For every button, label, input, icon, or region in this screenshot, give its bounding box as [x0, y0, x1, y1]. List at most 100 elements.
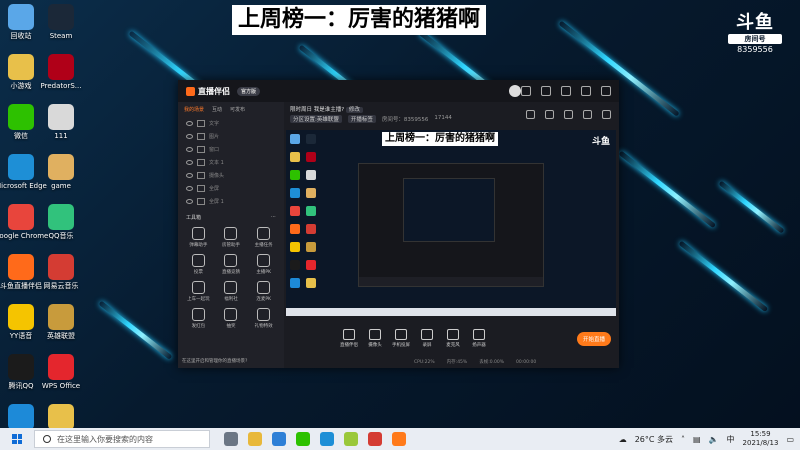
desktop-icon[interactable]: game	[34, 154, 88, 191]
tool-item[interactable]: 礼物特效	[247, 308, 280, 329]
wps-icon	[48, 354, 74, 380]
tool-item[interactable]: 主播任务	[247, 227, 280, 248]
eye-icon[interactable]	[186, 186, 193, 191]
volume-icon[interactable]: 🔈	[709, 435, 719, 444]
control-button[interactable]: 扬声器	[466, 328, 492, 348]
preview-qq-music-icon	[306, 206, 316, 216]
more-icon[interactable]: ⋯	[271, 214, 276, 221]
bell-icon[interactable]	[583, 110, 592, 119]
settings-icon[interactable]	[521, 86, 531, 96]
tool-item[interactable]: 连麦PK	[247, 281, 280, 302]
tab-publish[interactable]: 可发布	[230, 106, 245, 113]
tool-item[interactable]: 抽奖	[215, 308, 248, 329]
scene-icon	[197, 198, 205, 205]
desktop-icon-label: 网易云音乐	[43, 282, 79, 290]
tool-item[interactable]: 投票	[182, 254, 215, 275]
eye-icon[interactable]	[186, 147, 193, 152]
tag-chip[interactable]: 开播标签	[347, 115, 376, 123]
tool-item[interactable]: 房管助手	[215, 227, 248, 248]
edge-taskbar-icon[interactable]	[320, 432, 334, 446]
douyu-taskbar-icon[interactable]	[392, 432, 406, 446]
tool-icon	[257, 227, 271, 240]
weather-text[interactable]: 26°C 多云	[635, 434, 673, 445]
file-explorer-icon[interactable]	[248, 432, 262, 446]
scene-label: 窗口	[209, 147, 220, 153]
share-icon[interactable]	[602, 110, 611, 119]
gift-icon[interactable]	[545, 110, 554, 119]
qq-music-taskbar-icon[interactable]	[344, 432, 358, 446]
control-buttons: 直播伴侣 摄像头 手机投屏 录屏 麦克风 扬声器	[336, 328, 492, 348]
eye-icon[interactable]	[186, 199, 193, 204]
tab-scenes[interactable]: 我的场景	[184, 106, 204, 113]
ime-indicator[interactable]: 中	[727, 434, 735, 445]
scene-item[interactable]: 文字	[178, 117, 284, 130]
tool-item[interactable]: 上车一起玩	[182, 281, 215, 302]
followers-count: 17144	[434, 115, 452, 121]
go-live-button[interactable]: 开始直播	[576, 332, 611, 346]
control-button[interactable]: 麦克风	[440, 328, 466, 348]
chat-icon[interactable]	[564, 110, 573, 119]
notice-text[interactable]: 在这里开启和管理你的直播场景?	[182, 358, 247, 364]
notification-icon[interactable]: ▭	[786, 435, 794, 444]
version-pill[interactable]: 官方版	[237, 86, 261, 96]
qq-music-icon	[48, 204, 74, 230]
desktop-icon[interactable]: QQ音乐	[34, 204, 88, 241]
task-view-icon[interactable]	[224, 432, 238, 446]
eye-icon[interactable]	[186, 160, 193, 165]
control-button[interactable]: 摄像头	[362, 328, 388, 348]
tool-item[interactable]: 主播PK	[247, 254, 280, 275]
desktop-icon[interactable]: PredatorS...	[34, 54, 88, 91]
edit-button[interactable]: 修改	[345, 107, 363, 113]
mail-icon[interactable]	[272, 432, 286, 446]
desktop-icon[interactable]: 111	[34, 104, 88, 141]
maximize-icon[interactable]	[581, 86, 591, 96]
preview-file-icon	[306, 170, 316, 180]
tool-item[interactable]: 发红包	[182, 308, 215, 329]
status-bar: CPU:22% 内存:45% 丢帧:0.00% 00:00:00	[284, 356, 619, 368]
control-label: 扬声器	[472, 342, 486, 348]
weather-icon[interactable]: ☁	[619, 435, 627, 444]
tool-item[interactable]: 直播竞猜	[215, 254, 248, 275]
scene-item[interactable]: 文本 1	[178, 156, 284, 169]
tool-label: 直播竞猜	[221, 270, 240, 275]
skin-icon[interactable]	[541, 86, 551, 96]
tab-interact[interactable]: 互动	[212, 106, 222, 113]
clock[interactable]: 15:59 2021/8/13	[743, 430, 779, 448]
control-button[interactable]: 直播伴侣	[336, 328, 362, 348]
close-icon[interactable]	[601, 86, 611, 96]
scene-item[interactable]: 图片	[178, 130, 284, 143]
wechat-taskbar-icon[interactable]	[296, 432, 310, 446]
scene-item[interactable]: 摄像头	[178, 169, 284, 182]
desktop-icon[interactable]: 网易云音乐	[34, 254, 88, 291]
control-button[interactable]: 录屏	[414, 328, 440, 348]
desktop-icon[interactable]: WPS Office	[34, 354, 88, 391]
eye-icon[interactable]	[186, 173, 193, 178]
stream-caption: 上周榜一：厉害的猪猪啊	[232, 5, 487, 35]
status-item: CPU:22%	[414, 359, 435, 365]
netease-taskbar-icon[interactable]	[368, 432, 382, 446]
tool-item[interactable]: 福利社	[215, 281, 248, 302]
home-icon[interactable]	[526, 110, 535, 119]
uu-accelerator-icon	[8, 404, 34, 430]
network-icon[interactable]: ▤	[693, 435, 701, 444]
scene-label: 文字	[209, 121, 220, 127]
minimize-icon[interactable]	[561, 86, 571, 96]
eye-icon[interactable]	[186, 121, 193, 126]
stream-title[interactable]: 限时周日 我是谁主播?	[290, 107, 344, 113]
search-input[interactable]: 在这里输入你要搜索的内容	[34, 430, 210, 448]
start-button[interactable]	[0, 434, 34, 444]
stream-preview[interactable]: 上周榜一：厉害的猪猪啊 斗鱼	[286, 130, 616, 316]
avatar[interactable]	[509, 85, 521, 97]
scene-icon	[197, 185, 205, 192]
control-button[interactable]: 手机投屏	[388, 328, 414, 348]
scene-item[interactable]: 全屏	[178, 182, 284, 195]
edge-icon	[8, 154, 34, 180]
desktop-icon[interactable]: Steam	[34, 4, 88, 41]
category-chip[interactable]: 分区设置:英雄联盟	[290, 115, 342, 123]
tool-item[interactable]: 弹幕助手	[182, 227, 215, 248]
chevron-up-icon[interactable]: ˄	[681, 435, 685, 444]
scene-item[interactable]: 全屏 1	[178, 195, 284, 208]
desktop-icon[interactable]: 英雄联盟	[34, 304, 88, 341]
scene-item[interactable]: 窗口	[178, 143, 284, 156]
eye-icon[interactable]	[186, 134, 193, 139]
